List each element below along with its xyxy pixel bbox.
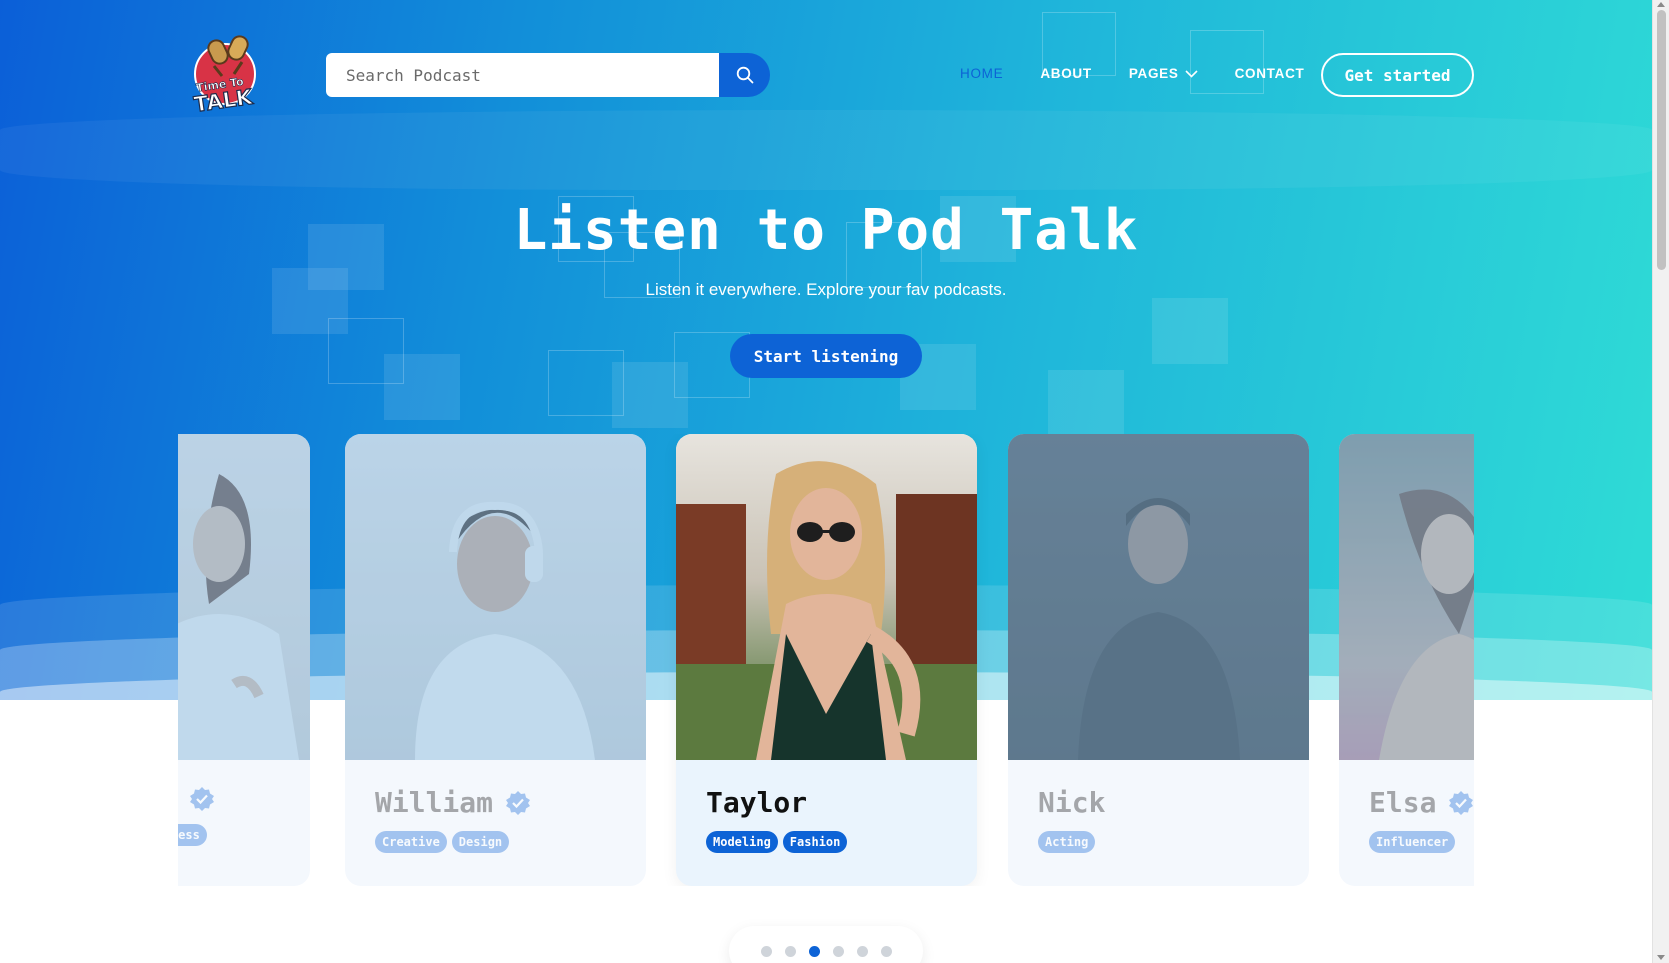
podcaster-tags: Acting <box>1038 831 1279 853</box>
podcaster-carousel: Business William Creative Design <box>178 434 1474 886</box>
podcaster-photo <box>345 434 646 760</box>
decor-square <box>1048 370 1124 436</box>
podcaster-tags: Influencer <box>1369 831 1474 853</box>
podcaster-photo <box>676 434 977 760</box>
woman-portrait-image <box>178 474 299 760</box>
podcaster-name: Nick <box>1038 786 1279 819</box>
podcaster-name-text: Elsa <box>1369 786 1437 819</box>
scrollbar-thumb[interactable] <box>1657 10 1666 270</box>
tag-chip[interactable]: Modeling <box>706 831 778 853</box>
chevron-down-icon <box>1185 69 1198 78</box>
main-nav: HOME ABOUT PAGES CONTACT <box>960 66 1341 81</box>
podcaster-photo <box>178 434 310 760</box>
pagination-dot-active[interactable] <box>808 946 820 957</box>
pagination-dot[interactable] <box>760 946 772 957</box>
podcaster-card[interactable]: Elsa Influencer <box>1339 434 1474 886</box>
decor-square <box>384 354 460 420</box>
woman-sunglasses-image <box>676 461 977 760</box>
pagination-dot[interactable] <box>784 946 796 957</box>
pagination-dot[interactable] <box>832 946 844 957</box>
hero-title: Listen to Pod Talk <box>513 198 1139 263</box>
hero-band <box>0 110 1652 190</box>
nav-about[interactable]: ABOUT <box>1040 66 1092 81</box>
podcaster-info: William Creative Design <box>345 760 646 886</box>
podcaster-info: Elsa Influencer <box>1339 760 1474 886</box>
verified-badge-icon <box>506 790 531 815</box>
podcaster-info: Taylor Modeling Fashion <box>676 760 977 886</box>
start-listening-button[interactable]: Start listening <box>730 334 922 378</box>
decor-square <box>1152 298 1228 364</box>
scroll-up-arrow-icon[interactable] <box>1657 2 1665 7</box>
podcaster-photo <box>1339 434 1474 760</box>
podcaster-tags: Business <box>178 824 280 846</box>
verified-badge-icon <box>1449 790 1474 815</box>
start-listening-label: Start listening <box>753 346 899 366</box>
search-button[interactable] <box>719 53 770 97</box>
podcaster-card-active[interactable]: Taylor Modeling Fashion <box>676 434 977 886</box>
search-bar <box>326 53 770 97</box>
podcaster-name-text: William <box>375 786 494 819</box>
scroll-down-arrow-icon[interactable] <box>1657 955 1665 960</box>
podcaster-card[interactable]: Nick Acting <box>1008 434 1309 886</box>
podcaster-name: William <box>375 786 616 819</box>
woman-portrait-image <box>1379 489 1474 760</box>
get-started-label: Get started <box>1344 65 1451 85</box>
decor-square <box>1190 30 1264 94</box>
podcaster-card[interactable]: Business <box>178 434 310 886</box>
podcaster-name: Elsa <box>1369 786 1474 819</box>
podcaster-tags: Modeling Fashion <box>706 831 947 853</box>
tag-chip[interactable]: Creative <box>375 831 447 853</box>
podcaster-name-text: Taylor <box>706 786 808 819</box>
get-started-button[interactable]: Get started <box>1321 53 1474 97</box>
man-beanie-image <box>1078 498 1240 760</box>
podcaster-name <box>178 786 280 812</box>
tag-chip[interactable]: Business <box>178 824 207 846</box>
tag-chip[interactable]: Influencer <box>1369 831 1456 853</box>
nav-home[interactable]: HOME <box>960 66 1003 81</box>
podcaster-photo <box>1008 434 1309 760</box>
tag-chip[interactable]: Acting <box>1038 831 1096 853</box>
verified-badge-icon <box>190 787 214 811</box>
brand-logo[interactable]: Time To TALK <box>192 34 264 117</box>
nav-home-label: HOME <box>960 66 1004 81</box>
pagination-dot[interactable] <box>856 946 868 957</box>
tag-chip[interactable]: Fashion <box>782 831 848 853</box>
podcaster-info: Business <box>178 760 310 886</box>
carousel-pagination <box>729 926 923 963</box>
podcaster-name: Taylor <box>706 786 947 819</box>
hero-subtitle: Listen it everywhere. Explore your fav p… <box>645 280 1007 299</box>
podcaster-card[interactable]: William Creative Design <box>345 434 646 886</box>
search-icon <box>736 66 753 84</box>
pagination-dot[interactable] <box>880 946 892 957</box>
nav-about-label: ABOUT <box>1040 66 1092 81</box>
man-with-headphones-image <box>415 501 595 760</box>
tag-chip[interactable]: Design <box>451 831 510 853</box>
search-input[interactable] <box>326 53 719 97</box>
page-scrollbar[interactable] <box>1652 0 1669 963</box>
nav-pages-dropdown[interactable]: PAGES <box>1129 66 1198 81</box>
nav-contact-label: CONTACT <box>1234 66 1305 81</box>
nav-contact[interactable]: CONTACT <box>1235 66 1305 81</box>
microphone-logo-icon: Time To TALK <box>192 35 256 117</box>
podcaster-info: Nick Acting <box>1008 760 1309 886</box>
nav-pages-label: PAGES <box>1128 66 1179 81</box>
podcaster-name-text: Nick <box>1038 786 1106 819</box>
podcaster-tags: Creative Design <box>375 831 616 853</box>
